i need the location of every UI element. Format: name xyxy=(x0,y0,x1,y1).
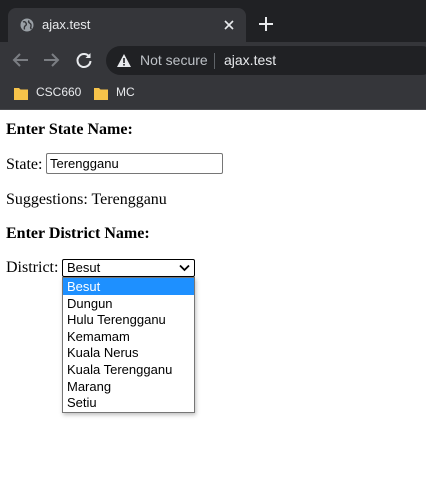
back-arrow-icon[interactable] xyxy=(12,51,30,69)
state-heading: Enter State Name: xyxy=(6,121,133,138)
tab-strip: ajax.test xyxy=(0,0,426,42)
close-icon[interactable] xyxy=(222,18,236,32)
district-option[interactable]: Besut xyxy=(63,278,194,295)
district-option[interactable]: Marang xyxy=(63,378,194,395)
folder-icon xyxy=(94,88,108,100)
bookmark-mc[interactable]: MC xyxy=(94,85,144,105)
district-option[interactable]: Setiu xyxy=(63,394,194,411)
district-select[interactable]: Besut xyxy=(62,259,195,277)
bookmark-label: MC xyxy=(116,85,135,99)
tab-title: ajax.test xyxy=(42,17,91,32)
chevron-down-icon xyxy=(179,264,190,272)
browser-toolbar: Not secure ajax.test xyxy=(0,42,426,79)
forward-arrow-icon[interactable] xyxy=(42,51,60,69)
address-separator xyxy=(214,53,215,69)
suggestions-label: Suggestions: xyxy=(6,191,88,208)
suggestion-value: Terengganu xyxy=(91,191,167,208)
bookmark-label: CSC660 xyxy=(36,85,82,99)
district-option[interactable]: Kuala Terengganu xyxy=(63,361,194,378)
district-label: District: xyxy=(6,259,59,276)
page-content: Enter State Name: State: Suggestions: Te… xyxy=(0,111,426,504)
globe-icon xyxy=(20,18,34,32)
url-text[interactable]: ajax.test xyxy=(224,52,276,68)
folder-icon xyxy=(14,88,28,100)
suggestions-line: Suggestions: Terengganu xyxy=(6,191,167,209)
district-option[interactable]: Kuala Nerus xyxy=(63,344,194,361)
reload-icon[interactable] xyxy=(75,51,93,69)
district-heading: Enter District Name: xyxy=(6,225,150,242)
district-option[interactable]: Dungun xyxy=(63,295,194,312)
browser-tab[interactable]: ajax.test xyxy=(8,8,246,42)
state-label: State: xyxy=(6,156,43,173)
district-option[interactable]: Kemamam xyxy=(63,328,194,345)
security-status[interactable]: Not secure xyxy=(140,52,208,68)
new-tab-plus-icon[interactable] xyxy=(258,16,274,32)
bookmarks-bar: CSC660 MC xyxy=(0,79,426,110)
warning-icon[interactable] xyxy=(116,53,132,68)
district-selected-value: Besut xyxy=(67,260,101,275)
district-option[interactable]: Hulu Terengganu xyxy=(63,311,194,328)
bookmark-csc660[interactable]: CSC660 xyxy=(14,85,84,105)
district-dropdown-list: Besut Dungun Hulu Terengganu Kemamam Kua… xyxy=(62,277,195,413)
address-bar[interactable]: Not secure ajax.test xyxy=(106,46,426,75)
state-input[interactable] xyxy=(46,153,223,174)
